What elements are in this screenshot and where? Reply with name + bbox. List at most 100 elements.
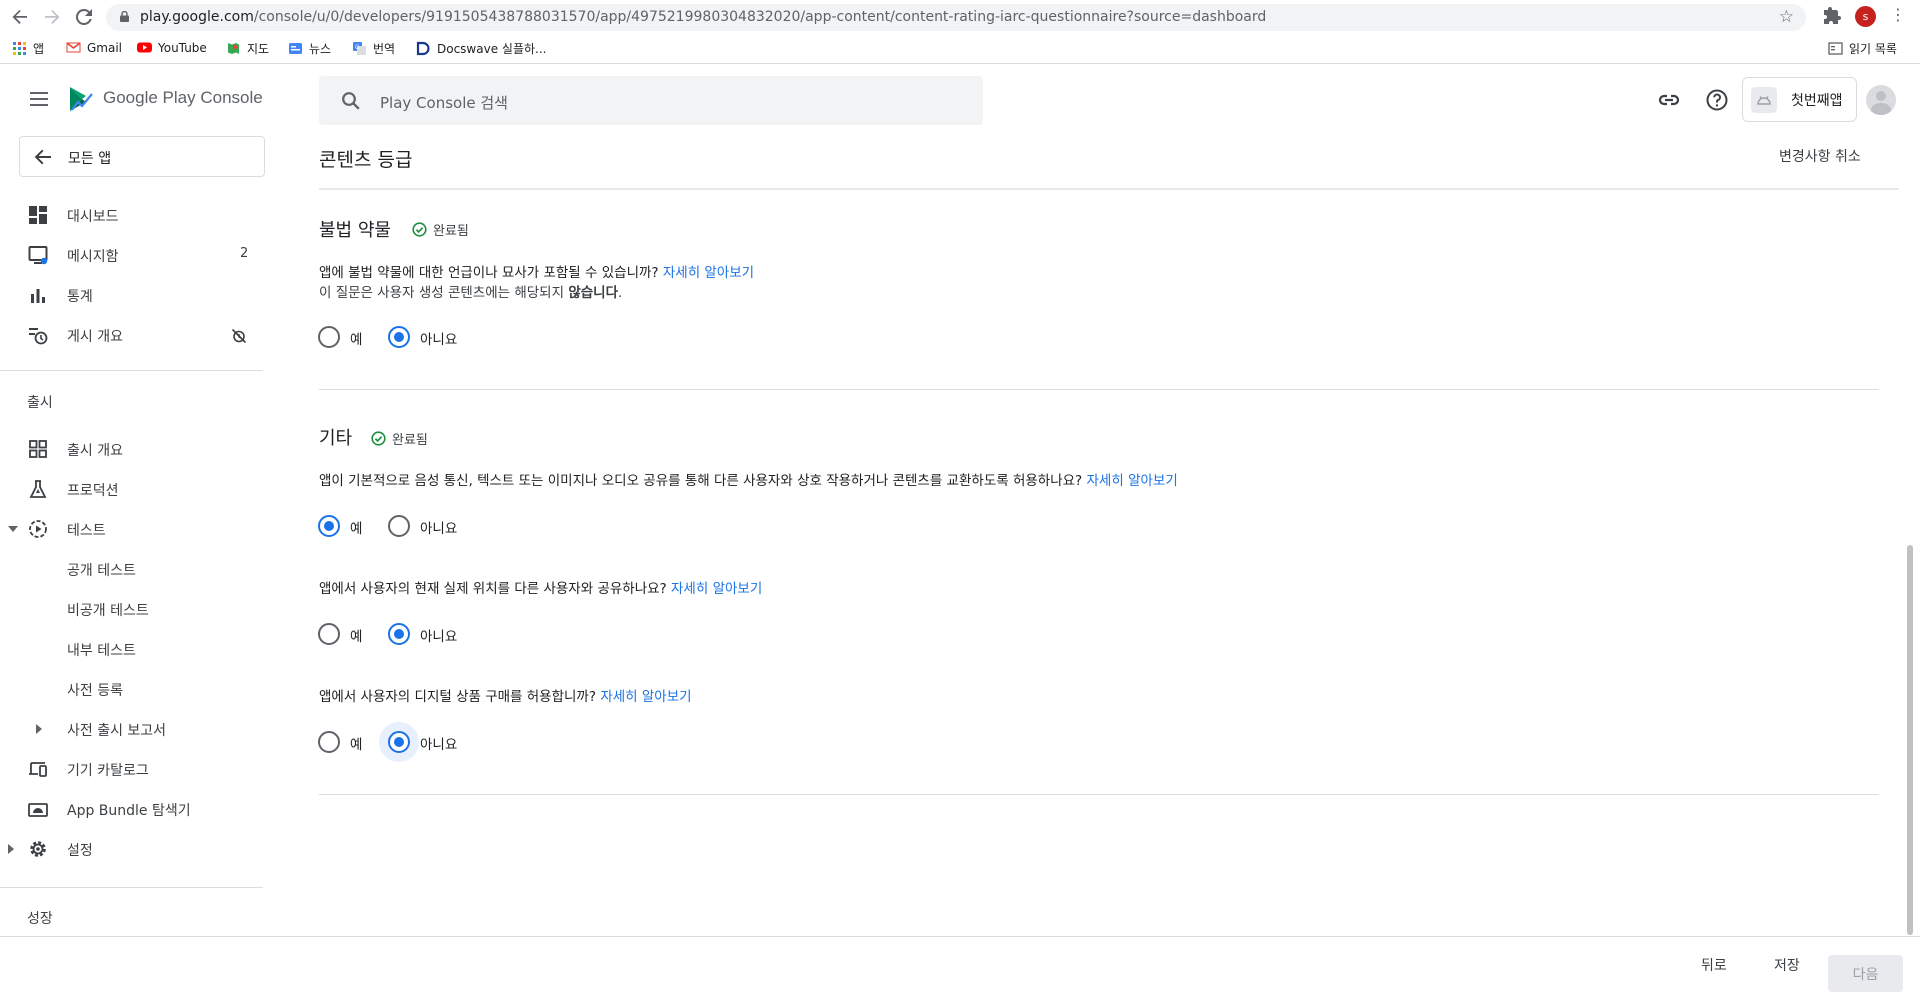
status-badge: 완료됨 (371, 429, 428, 448)
address-bar[interactable]: play.google.com/console/u/0/developers/9… (106, 4, 1806, 31)
expand-caret-icon[interactable] (8, 844, 14, 854)
expand-caret-icon[interactable] (36, 724, 42, 734)
radio-label-yes: 예 (350, 737, 363, 753)
dashboard-icon (29, 206, 47, 224)
sidebar-item-label: 공개 테스트 (67, 563, 136, 579)
section-divider (319, 794, 1879, 795)
radio-illegal-drugs-no[interactable] (388, 326, 410, 348)
all-apps-label: 모든 앱 (68, 151, 112, 167)
learn-more-link[interactable]: 자세히 알아보기 (671, 581, 762, 597)
android-app-icon (1751, 86, 1777, 113)
bookmark-docswave[interactable]: Docswave 실플하... (416, 40, 546, 57)
learn-more-link[interactable]: 자세히 알아보기 (600, 689, 691, 705)
bottom-action-bar: 뒤로 저장 다음 (0, 936, 1920, 1004)
sidebar-item-device-catalog[interactable]: 기기 카탈로그 (0, 752, 265, 786)
search-placeholder: Play Console 검색 (380, 94, 508, 112)
section-title-illegal-drugs: 불법 약물 (319, 220, 391, 241)
sidebar-item-statistics[interactable]: 통계 (0, 278, 265, 312)
radio-location-sharing-no[interactable] (388, 623, 410, 645)
inbox-icon (28, 246, 48, 265)
publishing-schedule-icon (29, 328, 48, 345)
page-title: 콘텐츠 등급 (319, 149, 413, 171)
radio-illegal-drugs-yes[interactable] (318, 326, 340, 348)
sidebar-item-inbox[interactable]: 메시지함 2 (0, 238, 265, 272)
browser-profile-avatar[interactable]: s (1855, 6, 1876, 27)
save-button[interactable]: 저장 (1774, 955, 1800, 975)
sidebar-divider (0, 887, 263, 888)
question-digital-purchases: 앱에서 사용자의 디지털 상품 구매를 허용합니까? 자세히 알아보기 (319, 689, 692, 705)
reading-list-icon (1828, 42, 1843, 55)
sidebar-item-publishing-overview[interactable]: 게시 개요 (0, 318, 265, 352)
radio-user-interaction-yes[interactable] (318, 515, 340, 537)
discard-changes-button[interactable]: 변경사항 취소 (1779, 146, 1861, 166)
question-user-interaction: 앱이 기본적으로 음성 통신, 텍스트 또는 이미지나 오디오 공유를 통해 다… (319, 473, 1178, 489)
radio-label-no: 아니요 (420, 332, 458, 348)
gmail-icon (66, 42, 81, 53)
page-scrollbar[interactable] (1907, 545, 1913, 935)
expand-caret-icon[interactable] (8, 526, 18, 532)
gear-icon (30, 841, 46, 857)
sidebar-item-production[interactable]: 프로덕션 (0, 472, 265, 506)
sidebar-item-label: 설정 (67, 843, 93, 859)
extensions-puzzle-icon[interactable] (1822, 7, 1842, 27)
radio-digital-purchases-no[interactable] (388, 731, 410, 753)
bookmark-gmail[interactable]: Gmail (66, 40, 122, 55)
docswave-icon (416, 41, 430, 56)
back-arrow-icon (34, 148, 52, 170)
maps-icon (228, 43, 239, 54)
reload-icon[interactable] (73, 6, 95, 28)
app-header: Google Play Console Play Console 검색 첫번째앱 (0, 64, 1920, 136)
sidebar-nav: 모든 앱 대시보드 메시지함 2 통계 게시 개요 출시 출시 개요 프로덕션 … (0, 136, 265, 936)
bookmark-youtube[interactable]: YouTube (137, 40, 207, 55)
bookmark-apps[interactable]: 앱 (12, 40, 44, 57)
sidebar-item-closed-testing[interactable]: 비공개 테스트 (0, 592, 265, 626)
sidebar-item-internal-testing[interactable]: 내부 테스트 (0, 632, 265, 666)
sidebar-item-dashboard[interactable]: 대시보드 (0, 198, 265, 232)
radio-label-no: 아니요 (420, 629, 458, 645)
sidebar-item-label: 내부 테스트 (67, 643, 136, 659)
sidebar-item-label: 대시보드 (67, 209, 119, 225)
release-overview-icon (29, 440, 47, 458)
back-arrow-icon[interactable] (9, 6, 31, 28)
app-switcher-chip[interactable]: 첫번째앱 (1742, 77, 1857, 122)
check-circle-icon (412, 222, 427, 237)
sidebar-item-app-bundle-explorer[interactable]: App Bundle 탐색기 (0, 792, 265, 826)
sidebar-item-open-testing[interactable]: 공개 테스트 (0, 552, 265, 586)
sidebar-item-release-overview[interactable]: 출시 개요 (0, 432, 265, 466)
all-apps-back-button[interactable]: 모든 앱 (19, 136, 265, 177)
news-icon (289, 43, 302, 54)
radio-label-no: 아니요 (420, 521, 458, 537)
radio-user-interaction-no[interactable] (388, 515, 410, 537)
app-name: 첫번째앱 (1791, 92, 1843, 109)
youtube-icon (137, 42, 152, 53)
sidebar-item-label: 프로덕션 (67, 483, 119, 499)
hamburger-menu-icon[interactable] (30, 92, 48, 106)
bookmark-star-icon[interactable]: ☆ (1779, 7, 1794, 27)
bookmark-news[interactable]: 뉴스 (288, 40, 331, 57)
learn-more-link[interactable]: 자세히 알아보기 (663, 265, 754, 281)
bookmark-reading-list[interactable]: 읽기 목록 (1828, 40, 1897, 57)
inbox-count-badge: 2 (240, 246, 249, 261)
search-box[interactable]: Play Console 검색 (319, 76, 983, 125)
section-divider (319, 389, 1879, 390)
title-divider (319, 188, 1899, 190)
sidebar-item-pre-registration[interactable]: 사전 등록 (0, 672, 265, 706)
sidebar-item-pre-launch-report[interactable]: 사전 출시 보고서 (0, 712, 265, 746)
forward-arrow-icon[interactable] (41, 6, 63, 28)
sidebar-item-testing[interactable]: 테스트 (0, 512, 265, 546)
learn-more-link[interactable]: 자세히 알아보기 (1087, 473, 1178, 489)
help-icon[interactable] (1705, 88, 1729, 112)
sidebar-item-label: App Bundle 탐색기 (67, 803, 191, 819)
browser-menu-icon[interactable]: ⋮ (1890, 5, 1906, 24)
radio-location-sharing-yes[interactable] (318, 623, 340, 645)
bookmark-maps[interactable]: 지도 (226, 40, 269, 57)
bookmark-translate[interactable]: G 번역 (352, 40, 395, 57)
radio-label-yes: 예 (350, 332, 363, 348)
radio-digital-purchases-yes[interactable] (318, 731, 340, 753)
sidebar-item-settings[interactable]: 설정 (0, 832, 265, 866)
back-button[interactable]: 뒤로 (1701, 955, 1727, 975)
account-avatar[interactable] (1866, 85, 1896, 115)
link-icon[interactable] (1657, 88, 1681, 112)
next-button[interactable]: 다음 (1828, 955, 1903, 992)
sidebar-item-label: 사전 등록 (67, 683, 123, 699)
